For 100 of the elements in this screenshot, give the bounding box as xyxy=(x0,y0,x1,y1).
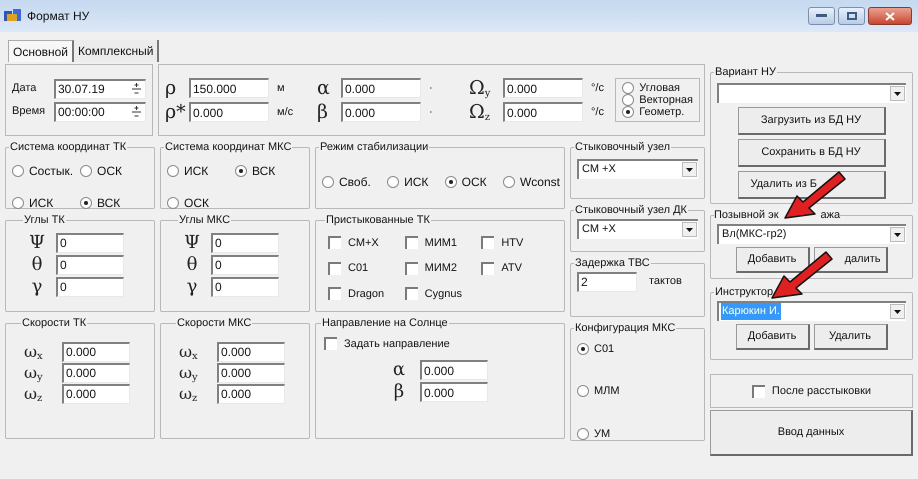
radio-button[interactable] xyxy=(577,342,589,355)
push-button[interactable]: Сохранить в БД НУ xyxy=(738,138,886,166)
text-field[interactable]: 0.000 xyxy=(217,342,285,362)
radio-button[interactable] xyxy=(577,428,589,440)
radio-label: Векторная xyxy=(639,94,693,106)
radio-button[interactable] xyxy=(387,176,400,188)
checkbox[interactable] xyxy=(404,262,418,275)
radio-label: МЛМ xyxy=(594,384,620,399)
text-field[interactable]: 0 xyxy=(211,254,279,274)
text-field[interactable]: 0.000 xyxy=(62,342,130,362)
dropdown[interactable]: Вл(МКС-гр2) xyxy=(717,224,906,244)
radio-button[interactable] xyxy=(622,94,634,106)
text-field[interactable]: 0.000 xyxy=(62,384,130,404)
group-title: Направление на Солнце xyxy=(321,316,449,331)
text-field[interactable]: 0 xyxy=(211,276,279,296)
radio-button[interactable] xyxy=(502,176,515,188)
radio-label: ИСК xyxy=(184,162,208,180)
checkbox-label: HTV xyxy=(501,236,524,250)
radio-button[interactable] xyxy=(80,164,92,176)
checkbox[interactable] xyxy=(752,384,765,398)
text-field[interactable]: 0 xyxy=(56,276,124,296)
checkbox[interactable] xyxy=(324,337,337,350)
symbol-label: α xyxy=(317,78,331,98)
radio-label: Wconst xyxy=(520,174,560,191)
minimize-icon xyxy=(816,14,827,18)
text-field[interactable]: 0 xyxy=(56,254,124,274)
radio-button[interactable] xyxy=(12,164,24,176)
text-field[interactable]: 0.000 xyxy=(341,102,421,122)
symbol-label: ω$_{y}$ xyxy=(179,364,199,380)
checkbox-label: ATV xyxy=(501,261,522,276)
checkbox[interactable] xyxy=(328,262,341,275)
text-field[interactable]: 0.000 xyxy=(341,78,421,98)
group-title: Инструктор xyxy=(714,285,774,300)
text-field[interactable]: 0.000 xyxy=(503,78,583,98)
close-button[interactable] xyxy=(868,7,912,25)
radio-label: ОСК xyxy=(184,194,209,212)
checkbox[interactable] xyxy=(481,236,494,250)
group-title: Пристыкованные ТК xyxy=(325,213,431,228)
checkbox-label: Задать направление xyxy=(344,336,450,352)
unit-label: · xyxy=(428,104,434,120)
radio-button[interactable] xyxy=(167,196,179,208)
text-field[interactable]: 30.07.19 xyxy=(54,78,146,98)
push-button[interactable]: Загрузить из БД НУ xyxy=(738,106,886,134)
spinner-icon[interactable] xyxy=(130,105,143,119)
symbol-label: β xyxy=(317,102,329,122)
text-field[interactable]: 2 xyxy=(577,272,637,292)
text-field[interactable]: 0.000 xyxy=(420,382,488,402)
checkbox[interactable] xyxy=(404,287,418,300)
text-field[interactable]: 150.000 xyxy=(189,78,269,98)
text-field[interactable]: 0.000 xyxy=(62,362,130,382)
tab[interactable]: Комплексный xyxy=(74,40,160,62)
caret-icon xyxy=(890,227,905,242)
window-title: Формат НУ xyxy=(27,8,90,25)
minimize-button[interactable] xyxy=(808,7,835,25)
radio-label: ИСК xyxy=(404,174,428,191)
push-button[interactable]: Удалить из Б xyxy=(738,170,886,198)
checkbox[interactable] xyxy=(404,236,418,250)
text-field[interactable]: 0.000 xyxy=(503,102,583,122)
symbol-label: Ψ xyxy=(28,234,46,252)
text-field[interactable]: 0 xyxy=(211,232,279,252)
maximize-button[interactable] xyxy=(838,7,865,25)
radio-button[interactable] xyxy=(80,196,92,208)
text-field[interactable]: 0.000 xyxy=(420,360,488,380)
checkbox[interactable] xyxy=(481,262,494,275)
group-title: Система координат МКС xyxy=(164,140,292,155)
dropdown-value: Вл(МКС-гр2) xyxy=(721,227,788,242)
spinner-icon[interactable] xyxy=(130,82,143,96)
radio-button[interactable] xyxy=(622,106,634,118)
symbol-label: ω$_{y}$ xyxy=(24,364,44,380)
push-button[interactable]: Ввод данных xyxy=(710,410,913,456)
radio-button[interactable] xyxy=(622,82,634,94)
checkbox[interactable] xyxy=(328,287,341,300)
radio-button[interactable] xyxy=(235,164,247,176)
unit-label: тактов xyxy=(649,274,682,290)
push-button[interactable]: Добавить xyxy=(736,324,810,350)
push-button[interactable]: Удалить xyxy=(814,324,888,350)
radio-button[interactable] xyxy=(167,164,179,176)
radio-button[interactable] xyxy=(577,385,589,398)
radio-button[interactable] xyxy=(12,196,24,208)
dropdown[interactable] xyxy=(717,82,906,102)
group-title: Скорости МКС xyxy=(176,316,252,331)
unit-label: °/c xyxy=(590,104,605,120)
dropdown-value: СМ +Х xyxy=(581,222,617,238)
radio-label: ВСК xyxy=(97,194,120,212)
checkbox[interactable] xyxy=(328,236,341,250)
radio-button[interactable] xyxy=(444,176,457,188)
checkbox-label: СМ+Х xyxy=(348,236,379,250)
symbol-label: Ω$_{y}$ xyxy=(469,78,492,98)
dropdown[interactable]: СМ +Х xyxy=(577,158,698,178)
symbol-label: ρ* xyxy=(165,102,187,122)
tab[interactable]: Основной xyxy=(8,40,74,62)
push-button[interactable]: Добавить xyxy=(736,246,810,272)
text-field[interactable]: 0 xyxy=(56,232,124,252)
radio-button[interactable] xyxy=(322,176,334,188)
text-field[interactable]: 0.000 xyxy=(217,384,285,404)
radio-label: ВСК xyxy=(252,162,276,180)
text-field[interactable]: 0.000 xyxy=(189,102,269,122)
text-field[interactable]: 00:00:00 xyxy=(54,102,146,122)
text-field[interactable]: 0.000 xyxy=(217,362,285,382)
dropdown[interactable]: СМ +Х xyxy=(577,218,698,238)
